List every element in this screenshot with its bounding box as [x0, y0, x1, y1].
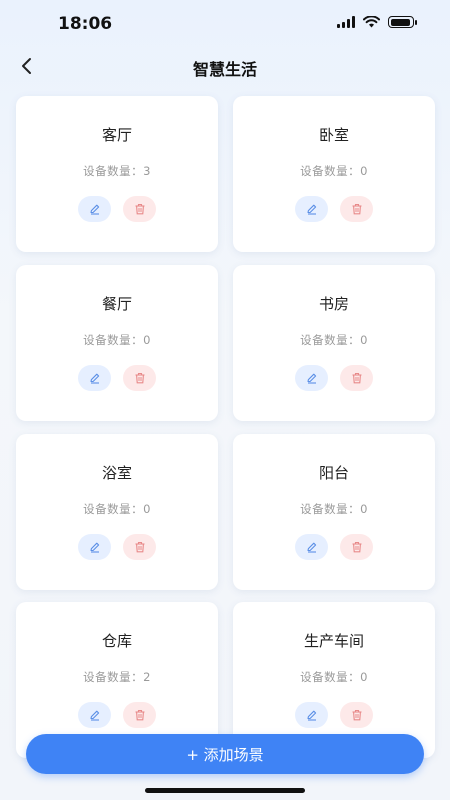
trash-icon	[135, 372, 144, 384]
battery-icon	[388, 16, 417, 28]
scene-name: 阳台	[318, 464, 349, 482]
home-indicator	[145, 788, 305, 793]
delete-button[interactable]	[123, 365, 156, 391]
pencil-icon	[306, 204, 316, 215]
scene-actions	[16, 534, 218, 560]
scene-actions	[16, 702, 218, 728]
delete-button[interactable]	[123, 196, 156, 222]
scene-name: 书房	[318, 295, 349, 313]
pencil-icon	[89, 710, 99, 721]
edit-button[interactable]	[78, 702, 111, 728]
delete-button[interactable]	[123, 534, 156, 560]
scene-actions	[233, 365, 435, 391]
edit-button[interactable]	[78, 534, 111, 560]
device-count: 设备数量：2	[83, 670, 151, 684]
scene-name: 仓库	[101, 632, 132, 650]
scene-name: 餐厅	[101, 295, 132, 313]
device-count: 设备数量：0	[300, 333, 368, 347]
delete-button[interactable]	[340, 702, 373, 728]
scene-card[interactable]: 阳台 设备数量：0	[233, 434, 435, 590]
device-count: 设备数量：3	[83, 164, 151, 178]
status-icons	[337, 16, 417, 28]
edit-button[interactable]	[295, 534, 328, 560]
edit-button[interactable]	[295, 702, 328, 728]
scene-actions	[233, 534, 435, 560]
scene-card[interactable]: 浴室 设备数量：0	[16, 434, 218, 590]
delete-button[interactable]	[340, 196, 373, 222]
edit-button[interactable]	[78, 365, 111, 391]
status-bar: 18:06	[0, 0, 450, 46]
trash-icon	[135, 203, 144, 215]
pencil-icon	[89, 204, 99, 215]
trash-icon	[352, 203, 361, 215]
device-count: 设备数量：0	[83, 502, 151, 516]
edit-button[interactable]	[78, 196, 111, 222]
trash-icon	[135, 709, 144, 721]
scene-actions	[16, 365, 218, 391]
nav-bar: 智慧生活	[0, 46, 450, 86]
scene-name: 生产车间	[303, 632, 364, 650]
device-count: 设备数量：0	[83, 333, 151, 347]
wifi-icon	[363, 16, 380, 28]
pencil-icon	[306, 373, 316, 384]
status-time: 18:06	[58, 14, 113, 34]
delete-button[interactable]	[123, 702, 156, 728]
edit-button[interactable]	[295, 365, 328, 391]
scene-name: 卧室	[318, 126, 349, 144]
scene-actions	[233, 702, 435, 728]
cellular-signal-icon	[337, 16, 355, 28]
trash-icon	[352, 372, 361, 384]
trash-icon	[352, 541, 361, 553]
pencil-icon	[306, 542, 316, 553]
add-scene-button[interactable]: + 添加场景	[26, 734, 424, 774]
pencil-icon	[89, 542, 99, 553]
pencil-icon	[89, 373, 99, 384]
scene-card[interactable]: 餐厅 设备数量：0	[16, 265, 218, 421]
trash-icon	[135, 541, 144, 553]
trash-icon	[352, 709, 361, 721]
scene-card[interactable]: 客厅 设备数量：3	[16, 96, 218, 252]
scene-name: 客厅	[101, 126, 132, 144]
pencil-icon	[306, 710, 316, 721]
scene-name: 浴室	[101, 464, 132, 482]
device-count: 设备数量：0	[300, 164, 368, 178]
device-count: 设备数量：0	[300, 670, 368, 684]
delete-button[interactable]	[340, 534, 373, 560]
scene-actions	[233, 196, 435, 222]
device-count: 设备数量：0	[300, 502, 368, 516]
edit-button[interactable]	[295, 196, 328, 222]
page-title: 智慧生活	[192, 60, 257, 79]
scene-actions	[16, 196, 218, 222]
scene-card[interactable]: 书房 设备数量：0	[233, 265, 435, 421]
scene-card[interactable]: 卧室 设备数量：0	[233, 96, 435, 252]
delete-button[interactable]	[340, 365, 373, 391]
